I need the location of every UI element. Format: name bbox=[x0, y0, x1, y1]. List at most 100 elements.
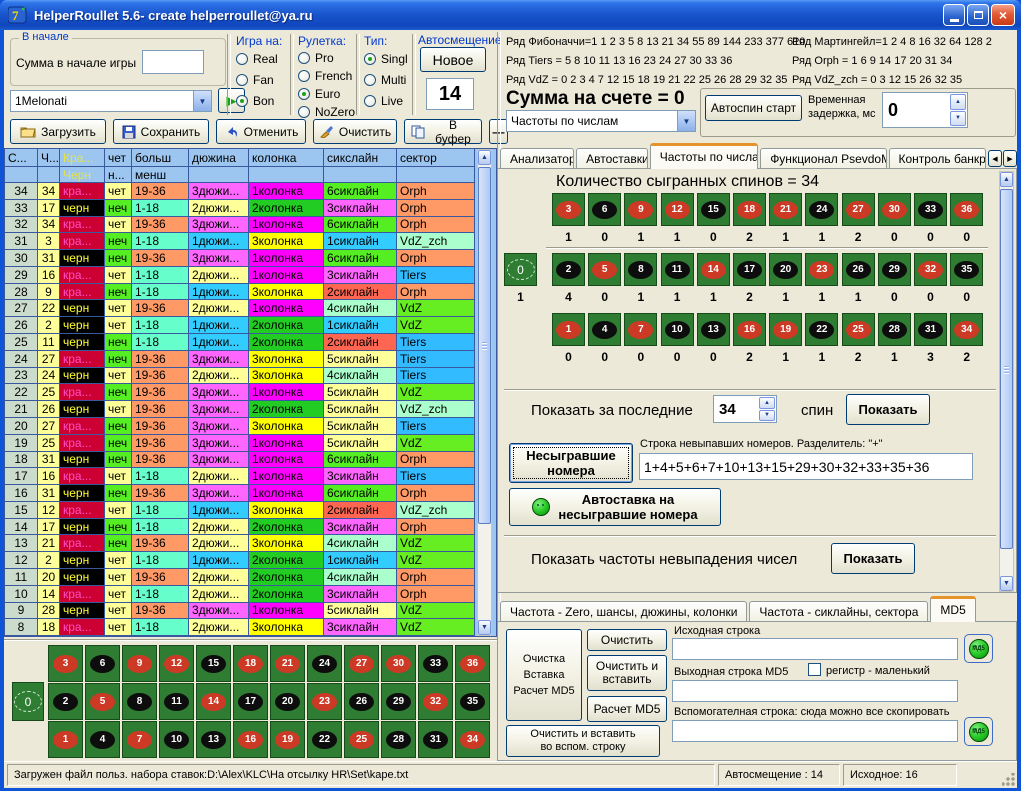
tab-3[interactable]: Частоты по числам bbox=[650, 143, 758, 169]
show-last-value[interactable]: 34 bbox=[714, 396, 758, 422]
register-checkbox[interactable] bbox=[808, 663, 821, 676]
md5-out-input[interactable] bbox=[672, 680, 958, 702]
table-row[interactable]: 2722чернчет19-362дюжи...1колонка4сиклайн… bbox=[5, 300, 496, 317]
board-cell-30[interactable]: 30 bbox=[381, 645, 416, 682]
radio-icon[interactable] bbox=[298, 106, 310, 118]
board-cell-27[interactable]: 27 bbox=[842, 193, 875, 226]
delay-spinner[interactable]: 0 ▲▼ bbox=[882, 92, 968, 128]
board-cell-9[interactable]: 9 bbox=[122, 645, 157, 682]
radio-icon[interactable] bbox=[364, 74, 376, 86]
spinner-down-icon[interactable]: ▼ bbox=[759, 410, 775, 422]
md5-aux-run-button[interactable]: МД5 bbox=[964, 717, 993, 746]
board-cell-6[interactable]: 6 bbox=[85, 645, 120, 682]
tab-1[interactable]: Анализатор bbox=[500, 148, 574, 169]
md5-clear-aux-button[interactable]: Очистить и вставить во вспом. строку bbox=[506, 725, 660, 757]
board-cell-35[interactable]: 35 bbox=[455, 683, 490, 720]
md5-source-input[interactable] bbox=[672, 638, 958, 660]
table-row[interactable]: 928чернчет19-363дюжи...1колонка5сиклайнV… bbox=[5, 603, 496, 620]
show-missfreq-button[interactable]: Показать bbox=[831, 543, 915, 574]
table-row[interactable]: 1716кра...чет1-182дюжи...1колонка3сиклай… bbox=[5, 468, 496, 485]
radio-option-Bon[interactable]: Bon bbox=[236, 94, 278, 108]
table-scrollbar-thumb[interactable] bbox=[478, 167, 491, 524]
board-cell-29[interactable]: 29 bbox=[381, 683, 416, 720]
board-cell-17[interactable]: 17 bbox=[233, 683, 268, 720]
radio-option-Multi[interactable]: Multi bbox=[364, 73, 408, 87]
toolbar-button-1[interactable]: Загрузить bbox=[10, 119, 106, 144]
board-cell-36[interactable]: 36 bbox=[950, 193, 983, 226]
table-row[interactable]: 2324чернчет19-362дюжи...3колонка4сиклайн… bbox=[5, 368, 496, 385]
tab-scroll-right-icon[interactable]: ▶ bbox=[1003, 150, 1017, 167]
board-cell-9[interactable]: 9 bbox=[624, 193, 657, 226]
spinner-down-icon[interactable]: ▼ bbox=[950, 111, 966, 127]
board-cell-8[interactable]: 8 bbox=[122, 683, 157, 720]
resize-grip[interactable] bbox=[1002, 773, 1015, 786]
board-cell-35[interactable]: 35 bbox=[950, 253, 983, 286]
board-cell-13[interactable]: 13 bbox=[196, 721, 231, 758]
board-cell-20[interactable]: 20 bbox=[270, 683, 305, 720]
radio-option-Fan[interactable]: Fan bbox=[236, 73, 278, 87]
board-cell-21[interactable]: 21 bbox=[769, 193, 802, 226]
radio-icon[interactable] bbox=[298, 88, 310, 100]
board-cell-18[interactable]: 18 bbox=[233, 645, 268, 682]
board-cell-21[interactable]: 21 bbox=[270, 645, 305, 682]
table-row[interactable]: 2511черннеч1-181дюжи...2колонка2сиклайнT… bbox=[5, 334, 496, 351]
board-cell-34[interactable]: 34 bbox=[950, 313, 983, 346]
toolbar-button-3[interactable]: Отменить bbox=[216, 119, 306, 144]
show-last-button[interactable]: Показать bbox=[846, 394, 930, 425]
radio-option-Singl[interactable]: Singl bbox=[364, 52, 408, 66]
table-row[interactable]: 2027кра...неч19-363дюжи...3колонка5сикла… bbox=[5, 418, 496, 435]
board-cell-12[interactable]: 12 bbox=[661, 193, 694, 226]
md5-clear-button[interactable]: Очистить bbox=[587, 629, 667, 651]
board-cell-26[interactable]: 26 bbox=[842, 253, 875, 286]
toolbar-button-5[interactable]: В буфер bbox=[404, 119, 482, 144]
table-row[interactable]: 289кра...неч1-181дюжи...3колонка2сиклайн… bbox=[5, 284, 496, 301]
radio-option-NoZero[interactable]: NoZero bbox=[298, 105, 355, 119]
table-row[interactable]: 818кра...чет1-182дюжи...3колонка3сиклайн… bbox=[5, 619, 496, 636]
board-cell-19[interactable]: 19 bbox=[769, 313, 802, 346]
board-cell-4[interactable]: 4 bbox=[85, 721, 120, 758]
chevron-down-icon[interactable]: ▼ bbox=[677, 111, 695, 131]
md5-calc-button[interactable]: Расчет MD5 bbox=[587, 696, 667, 722]
tab-4[interactable]: Функционал PsevdoMS bbox=[760, 148, 886, 169]
radio-option-Pro[interactable]: Pro bbox=[298, 51, 355, 65]
board-cell-28[interactable]: 28 bbox=[381, 721, 416, 758]
board-cell-5[interactable]: 5 bbox=[85, 683, 120, 720]
table-row[interactable]: 3031черннеч19-363дюжи...1колонка6сиклайн… bbox=[5, 250, 496, 267]
board-cell-25[interactable]: 25 bbox=[344, 721, 379, 758]
table-row[interactable]: 262чернчет1-181дюжи...2колонка1сиклайнVd… bbox=[5, 317, 496, 334]
table-row[interactable]: 1120чернчет19-362дюжи...2колонка4сиклайн… bbox=[5, 569, 496, 586]
table-scrollbar[interactable]: ▲ ▼ bbox=[477, 149, 492, 636]
board-cell-34[interactable]: 34 bbox=[455, 721, 490, 758]
board-cell-31[interactable]: 31 bbox=[914, 313, 947, 346]
board-cell-15[interactable]: 15 bbox=[196, 645, 231, 682]
table-row[interactable]: 1925кра...неч19-363дюжи...1колонка5сикла… bbox=[5, 435, 496, 452]
board-cell-15[interactable]: 15 bbox=[697, 193, 730, 226]
toolbar-button-2[interactable]: Сохранить bbox=[113, 119, 209, 144]
board-cell-36[interactable]: 36 bbox=[455, 645, 490, 682]
board-cell-7[interactable]: 7 bbox=[122, 721, 157, 758]
board-cell-16[interactable]: 16 bbox=[733, 313, 766, 346]
board-cell-8[interactable]: 8 bbox=[624, 253, 657, 286]
md5-clear-paste-button[interactable]: Очистить и вставить bbox=[587, 655, 667, 691]
scroll-up-icon[interactable]: ▲ bbox=[478, 150, 491, 165]
title-bar[interactable]: 7 HelperRoullet 5.6- create helperroulle… bbox=[0, 0, 1021, 30]
radio-option-Live[interactable]: Live bbox=[364, 94, 408, 108]
board-cell-26[interactable]: 26 bbox=[344, 683, 379, 720]
board-cell-7[interactable]: 7 bbox=[624, 313, 657, 346]
autobet-unplayed-button[interactable]: Автоставка на несыгравшие номера bbox=[509, 488, 721, 526]
radio-icon[interactable] bbox=[364, 53, 376, 65]
board-cell-29[interactable]: 29 bbox=[878, 253, 911, 286]
board-cell-3[interactable]: 3 bbox=[48, 645, 83, 682]
autoshift-new-button[interactable]: Новое bbox=[420, 47, 486, 72]
board-cell-28[interactable]: 28 bbox=[878, 313, 911, 346]
bottom-tab-3[interactable]: MD5 bbox=[930, 596, 975, 622]
scroll-up-icon[interactable]: ▲ bbox=[1000, 172, 1013, 187]
board-cell-10[interactable]: 10 bbox=[159, 721, 194, 758]
table-row[interactable]: 2916кра...чет1-182дюжи...1колонка3сиклай… bbox=[5, 267, 496, 284]
board-cell-11[interactable]: 11 bbox=[661, 253, 694, 286]
spinner-up-icon[interactable]: ▲ bbox=[950, 94, 966, 110]
board-cell-33[interactable]: 33 bbox=[418, 645, 453, 682]
board-cell-18[interactable]: 18 bbox=[733, 193, 766, 226]
table-row[interactable]: 3234кра...чет19-363дюжи...1колонка6сикла… bbox=[5, 217, 496, 234]
panel-scrollbar[interactable]: ▲ ▼ bbox=[999, 171, 1014, 592]
